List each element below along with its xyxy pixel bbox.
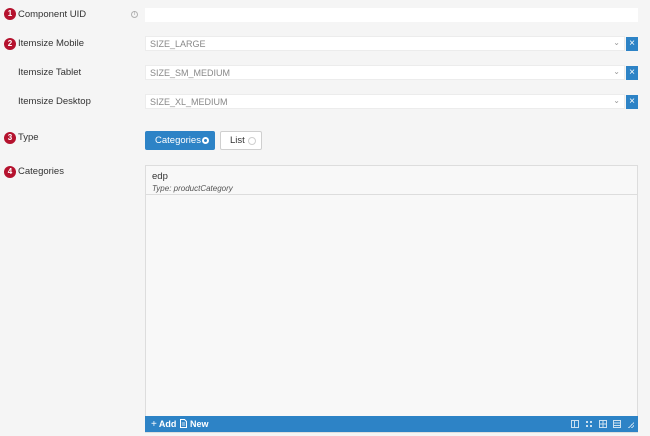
- new-button-label: New: [190, 419, 209, 429]
- itemsize-mobile-value: SIZE_LARGE: [150, 39, 206, 49]
- itemsize-tablet-value: SIZE_SM_MEDIUM: [150, 68, 231, 78]
- component-uid-row: 1 Component UID i: [0, 0, 650, 28]
- plus-icon: +: [151, 419, 157, 430]
- component-uid-label: Component UID: [18, 9, 87, 20]
- add-button[interactable]: + Add: [151, 418, 176, 431]
- step-badge-2: 2: [4, 38, 16, 50]
- categories-label: Categories: [18, 166, 64, 177]
- grid-view-icon[interactable]: [599, 420, 607, 428]
- step-badge-3: 3: [4, 132, 16, 144]
- itemsize-tablet-select[interactable]: SIZE_SM_MEDIUM ⌄: [145, 65, 625, 80]
- itemsize-desktop-label: Itemsize Desktop: [18, 96, 91, 107]
- itemsize-desktop-select[interactable]: SIZE_XL_MEDIUM ⌄: [145, 94, 625, 109]
- compact-view-icon[interactable]: [613, 420, 621, 428]
- type-option-list[interactable]: List: [220, 131, 262, 150]
- itemsize-tablet-label: Itemsize Tablet: [18, 67, 82, 78]
- chevron-down-icon[interactable]: ⌄: [613, 96, 620, 105]
- radio-unselected-icon: [248, 137, 256, 145]
- step-badge-4: 4: [4, 166, 16, 178]
- resize-handle-icon[interactable]: [628, 422, 634, 428]
- document-icon: [180, 419, 187, 428]
- info-icon[interactable]: i: [131, 11, 138, 18]
- type-option-categories[interactable]: Categories: [145, 131, 215, 150]
- itemsize-desktop-value: SIZE_XL_MEDIUM: [150, 97, 228, 107]
- itemsize-mobile-clear-button[interactable]: ×: [626, 37, 638, 51]
- itemsize-desktop-clear-button[interactable]: ×: [626, 95, 638, 109]
- add-button-label: Add: [158, 419, 177, 429]
- type-label: Type: [18, 132, 39, 143]
- type-option-list-label: List: [230, 135, 245, 146]
- type-option-categories-label: Categories: [155, 135, 201, 146]
- list-item[interactable]: edp Type: productCategory: [146, 166, 637, 195]
- component-uid-input[interactable]: [145, 8, 638, 22]
- categories-list: edp Type: productCategory: [145, 165, 638, 433]
- categories-toolbar: + Add New: [145, 416, 638, 432]
- list-item-type: Type: productCategory: [152, 184, 233, 193]
- chevron-down-icon[interactable]: ⌄: [613, 67, 620, 76]
- radio-selected-icon: [202, 137, 209, 144]
- itemsize-mobile-row: 2 Itemsize Mobile SIZE_LARGE ⌄ ×: [0, 30, 650, 58]
- itemsize-mobile-select[interactable]: SIZE_LARGE ⌄: [145, 36, 625, 51]
- new-button[interactable]: New: [180, 418, 209, 430]
- list-item-name: edp: [152, 171, 168, 182]
- itemsize-mobile-label: Itemsize Mobile: [18, 38, 84, 49]
- itemsize-tablet-row: Itemsize Tablet SIZE_SM_MEDIUM ⌄ ×: [0, 59, 650, 87]
- itemsize-tablet-clear-button[interactable]: ×: [626, 66, 638, 80]
- step-badge-1: 1: [4, 8, 16, 20]
- chevron-down-icon[interactable]: ⌄: [613, 38, 620, 47]
- itemsize-desktop-row: Itemsize Desktop SIZE_XL_MEDIUM ⌄ ×: [0, 88, 650, 116]
- tree-view-icon[interactable]: [585, 420, 593, 428]
- list-view-icon[interactable]: [571, 420, 579, 428]
